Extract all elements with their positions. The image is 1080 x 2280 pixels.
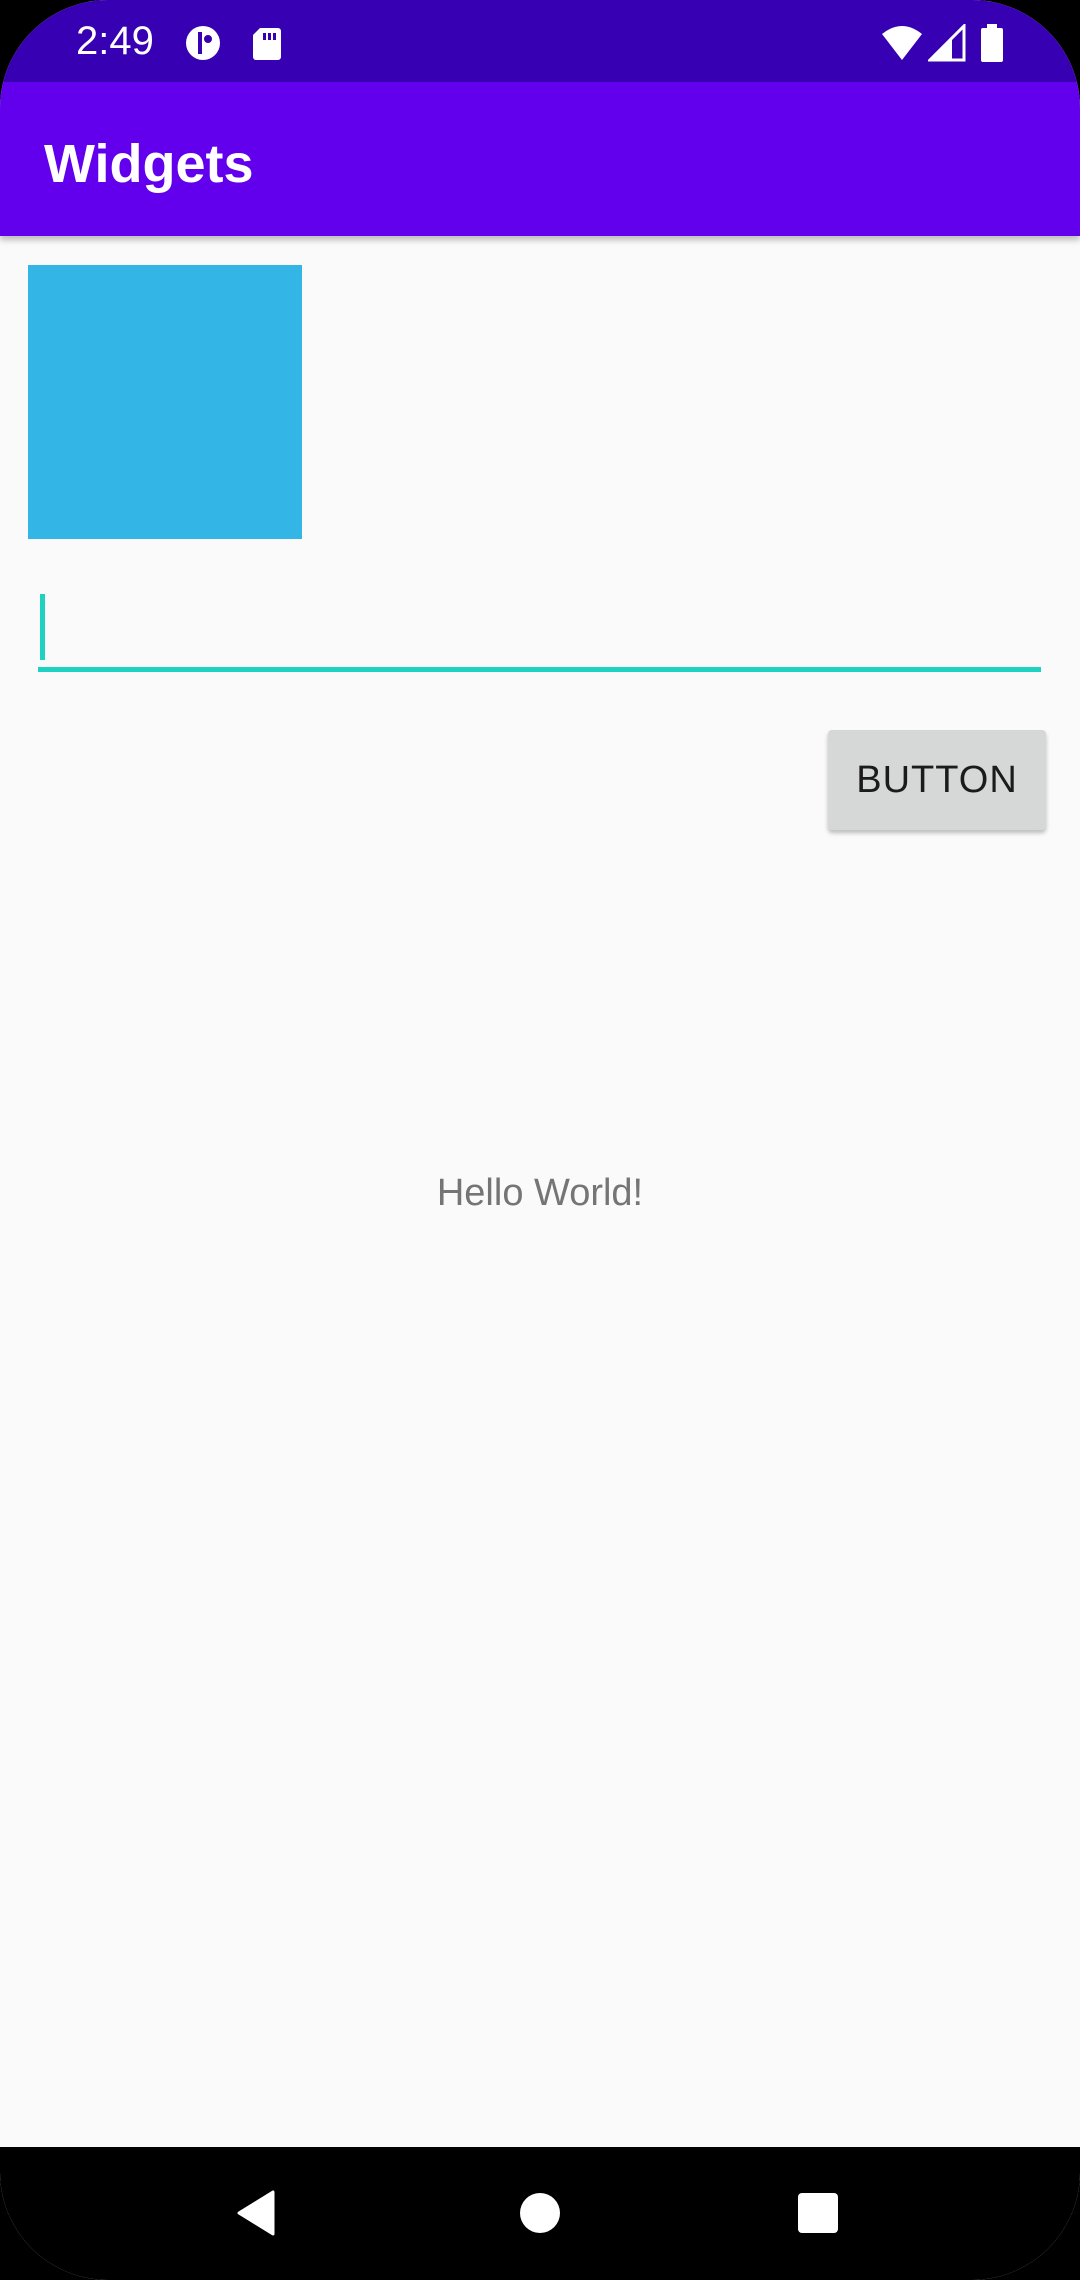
device-screen: 2:49 Widgets BUTTON Hello World!: [0, 0, 1080, 2280]
cellular-signal-icon: [926, 22, 968, 62]
status-time: 2:49: [76, 19, 154, 63]
sd-card-icon: [248, 24, 286, 62]
navigation-bar: [0, 2147, 1080, 2280]
wifi-icon: [880, 24, 924, 62]
status-bar: 2:49: [0, 0, 1080, 82]
action-button[interactable]: BUTTON: [828, 730, 1046, 830]
text-cursor: [40, 594, 45, 660]
back-icon[interactable]: [218, 2173, 298, 2253]
battery-icon: [980, 24, 1004, 62]
data-saver-icon: [184, 24, 222, 62]
app-bar: Widgets: [0, 82, 1080, 236]
text-input[interactable]: [38, 590, 1041, 672]
recents-icon[interactable]: [778, 2173, 858, 2253]
image-view: [28, 265, 302, 539]
app-title: Widgets: [44, 134, 254, 194]
hello-text: Hello World!: [436, 1172, 644, 1214]
home-icon[interactable]: [500, 2173, 580, 2253]
